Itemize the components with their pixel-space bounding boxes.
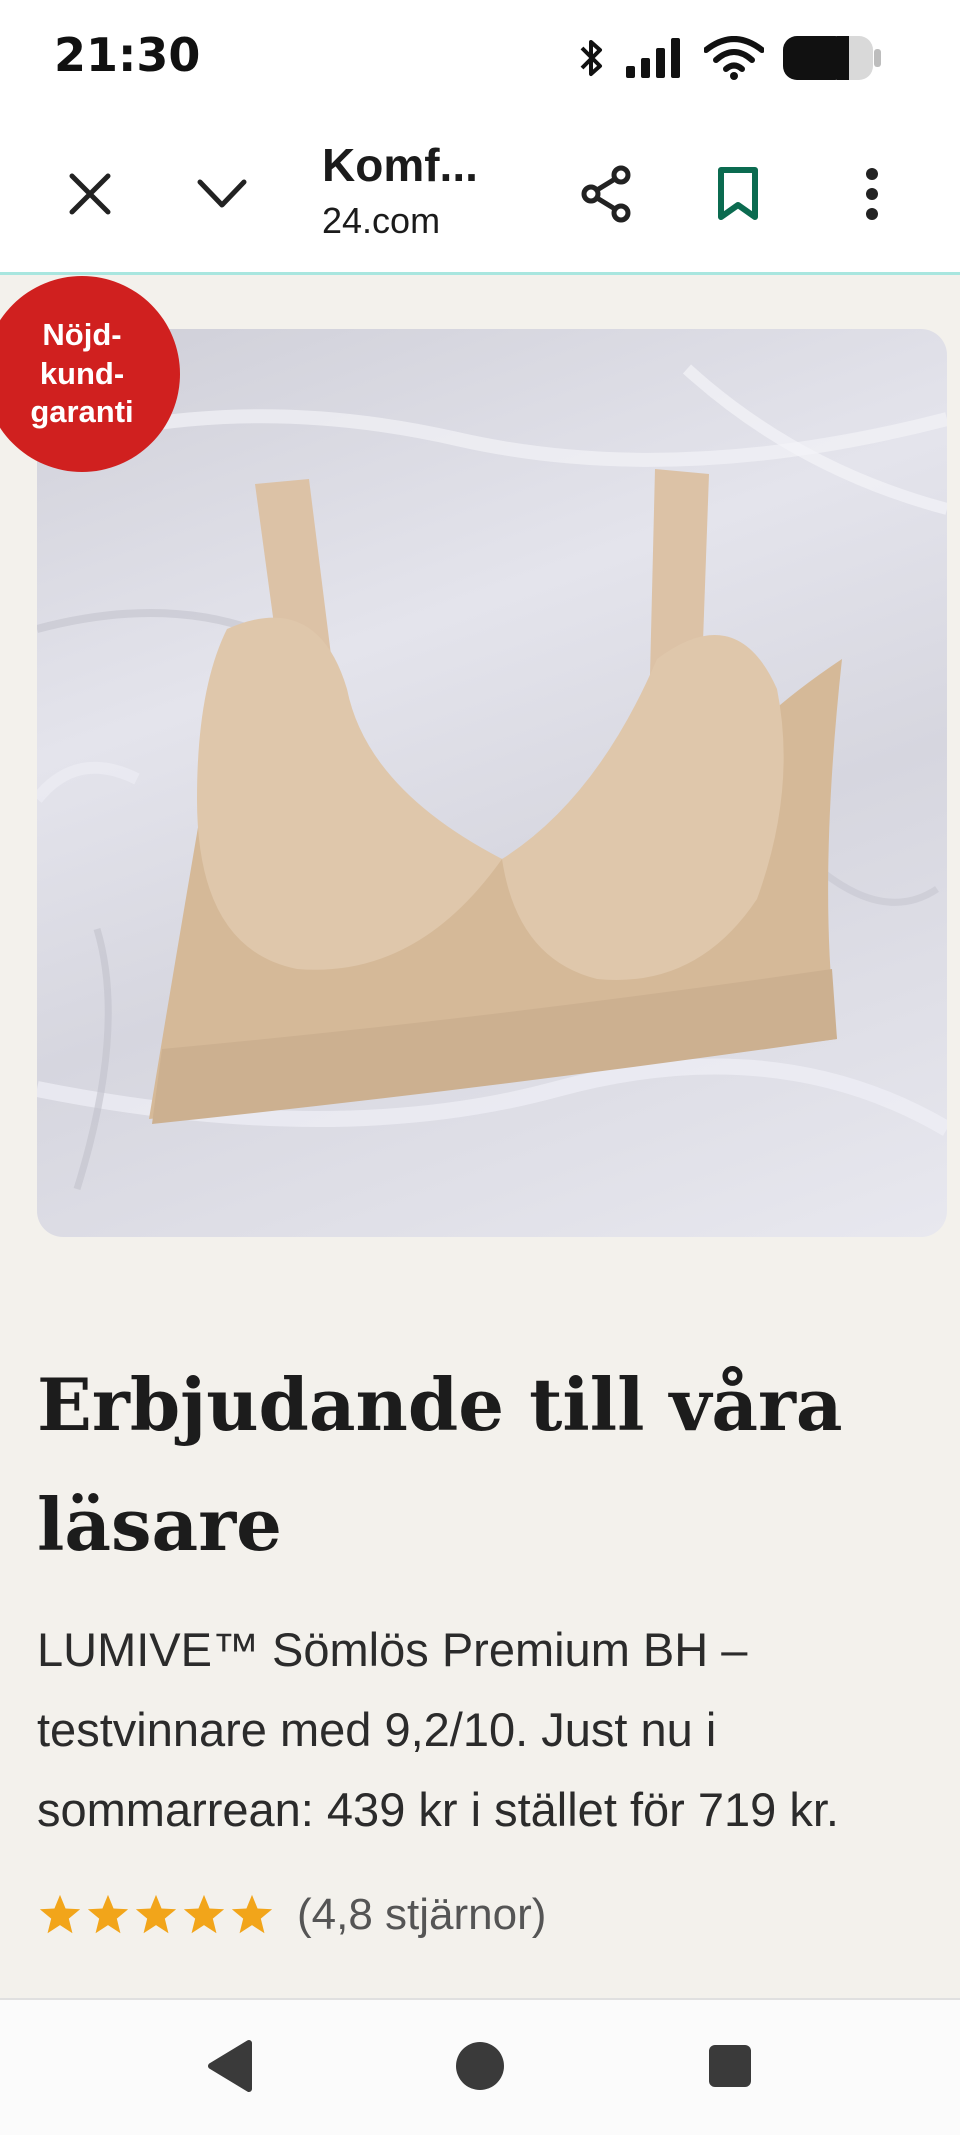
more-vert-icon — [866, 168, 878, 220]
bookmark-button[interactable] — [702, 158, 774, 230]
close-icon — [69, 173, 111, 215]
status-bar: 21:30 — [0, 0, 960, 118]
badge-text: Nöjd-kund-garanti — [30, 317, 134, 430]
star-icon — [39, 1894, 81, 1934]
recents-icon — [709, 2045, 751, 2087]
status-time: 21:30 — [54, 28, 201, 82]
signal-icon — [626, 38, 680, 78]
star-icon — [87, 1894, 129, 1934]
chevron-down-icon — [197, 179, 247, 208]
page-domain: 24.com — [322, 200, 441, 241]
back-button[interactable] — [190, 2034, 270, 2098]
back-icon — [208, 2040, 252, 2092]
rating: (4,8 stjärnor) — [37, 1890, 546, 1940]
bra-product-photo — [37, 364, 947, 1191]
star-icon — [183, 1894, 225, 1934]
home-icon — [456, 2042, 504, 2090]
share-button[interactable] — [570, 158, 642, 230]
star-rating — [37, 1892, 275, 1938]
bookmark-icon — [718, 167, 758, 220]
battery-icon — [783, 36, 881, 80]
home-button[interactable] — [440, 2034, 520, 2098]
status-icons — [576, 34, 882, 82]
page-title: Komf... — [322, 139, 478, 191]
system-nav-bar — [0, 1998, 960, 2135]
rating-text: (4,8 stjärnor) — [297, 1890, 547, 1939]
product-image — [37, 329, 947, 1237]
expand-button[interactable] — [186, 158, 258, 230]
share-icon — [581, 165, 631, 223]
product-description: LUMIVE™ Sömlös Premium BH – testvinnare … — [37, 1623, 839, 1836]
close-button[interactable] — [54, 158, 126, 230]
headline: Erbjudande till våra läsare — [37, 1362, 843, 1567]
more-options-button[interactable] — [836, 158, 908, 230]
recents-button[interactable] — [690, 2034, 770, 2098]
star-icon — [135, 1894, 177, 1934]
bluetooth-icon — [580, 40, 602, 76]
page-title-area[interactable]: Komf... 24.com — [322, 138, 522, 242]
star-icon — [231, 1894, 273, 1934]
custom-tab-toolbar: Komf... 24.com — [0, 118, 960, 275]
wifi-icon — [704, 36, 764, 80]
